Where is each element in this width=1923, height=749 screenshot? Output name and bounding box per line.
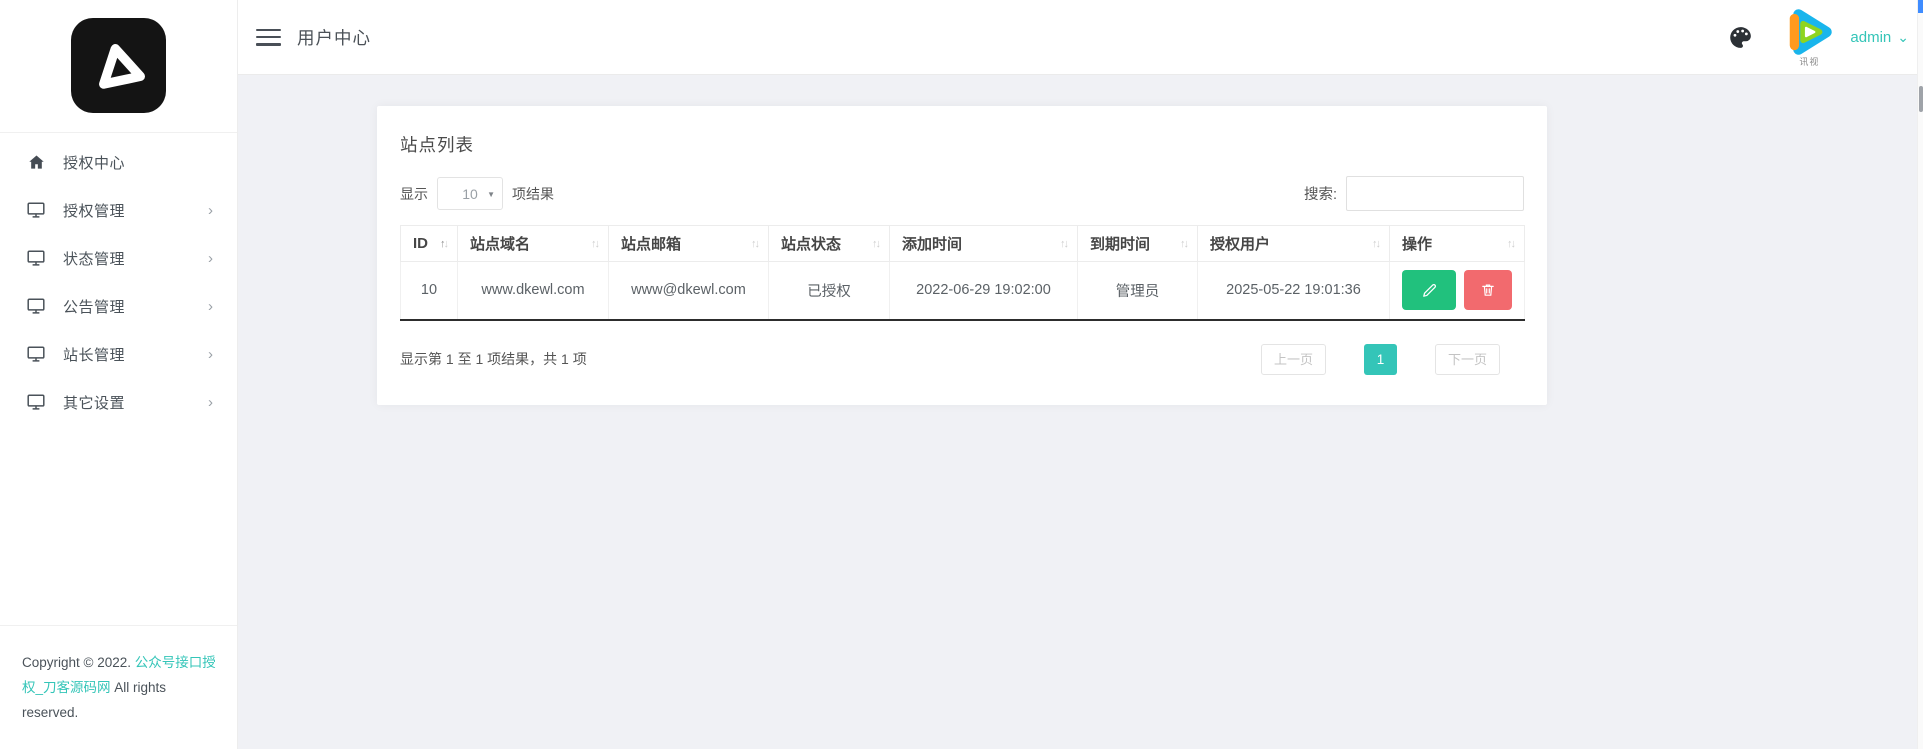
column-header-domain[interactable]: 站点域名 ↑↓ <box>457 225 609 262</box>
site-list-card: 站点列表 显示 10 ▼ 项结果 搜索: ID ↑↓ 站点域名 ↑↓ 站点邮箱 … <box>377 106 1547 405</box>
cell-domain: www.dkewl.com <box>457 261 609 320</box>
monitor-icon <box>26 248 46 268</box>
cell-email: www@dkewl.com <box>608 261 769 320</box>
column-header-added-time[interactable]: 添加时间 ↑↓ <box>889 225 1078 262</box>
column-header-expire-time[interactable]: 到期时间 ↑↓ <box>1077 225 1198 262</box>
topbar: 用户中心 讯视 admin ⌄ <box>238 0 1923 75</box>
card-title: 站点列表 <box>400 135 474 155</box>
column-header-status[interactable]: 站点状态 ↑↓ <box>768 225 890 262</box>
cell-added-time: 2022-06-29 19:02:00 <box>889 261 1078 320</box>
chevron-right-icon: › <box>208 345 213 363</box>
app-root: 授权中心 授权管理 › 状态管理 › 公告管理 › 站长管理 › 其它设置 › … <box>0 0 1923 749</box>
column-header-actions[interactable]: 操作 ↑↓ <box>1389 225 1525 262</box>
window-scrollbar[interactable] <box>1917 0 1923 749</box>
results-info: 显示第 1 至 1 项结果，共 1 项 <box>400 351 587 367</box>
avatar-watermark: 讯视 <box>1799 57 1820 67</box>
sidebar-item-label: 其它设置 <box>63 394 126 412</box>
theme-palette-icon[interactable] <box>1726 23 1754 51</box>
chevron-down-icon: ⌄ <box>1897 29 1909 45</box>
sidebar-item-webmaster-manage[interactable]: 站长管理 › <box>0 330 237 378</box>
sidebar-item-label: 站长管理 <box>63 346 126 364</box>
column-header-auth-user[interactable]: 授权用户 ↑↓ <box>1197 225 1390 262</box>
logo-area[interactable] <box>0 0 237 133</box>
length-prefix-label: 显示 <box>400 185 428 202</box>
pagination: 上一页 1 下一页 <box>1260 343 1500 375</box>
column-header-email[interactable]: 站点邮箱 ↑↓ <box>608 225 769 262</box>
sidebar-nav: 授权中心 授权管理 › 状态管理 › 公告管理 › 站长管理 › 其它设置 › <box>0 133 237 426</box>
sort-icon: ↑↓ <box>751 237 760 250</box>
sidebar-copyright: Copyright © 2022. 公众号接口授权_刀客源码网 All righ… <box>0 625 237 749</box>
page-1-button[interactable]: 1 <box>1363 343 1397 375</box>
sidebar-item-auth-manage[interactable]: 授权管理 › <box>0 186 237 234</box>
scrollbar-thumb[interactable] <box>1919 86 1923 112</box>
sort-icon: ↑↓ <box>1180 237 1189 250</box>
cell-actions <box>1389 261 1525 320</box>
site-table: ID ↑↓ 站点域名 ↑↓ 站点邮箱 ↑↓ 站点状态 ↑↓ 添加时间 ↑↓ 到期时间 ↑↓ … <box>400 225 1525 321</box>
sidebar-item-label: 状态管理 <box>63 250 126 268</box>
sidebar-item-status-manage[interactable]: 状态管理 › <box>0 234 237 282</box>
search-control: 搜索: <box>1304 176 1524 211</box>
table-footer: 显示第 1 至 1 项结果，共 1 项 上一页 1 下一页 <box>400 343 1524 375</box>
app-logo-icon <box>71 18 166 113</box>
next-page-button[interactable]: 下一页 <box>1434 343 1500 375</box>
table-header-row: ID ↑↓ 站点域名 ↑↓ 站点邮箱 ↑↓ 站点状态 ↑↓ 添加时间 ↑↓ 到期时间 ↑↓ … <box>400 225 1525 262</box>
caret-down-icon: ▼ <box>487 190 495 199</box>
cell-auth-user: 2025-05-22 19:01:36 <box>1197 261 1390 320</box>
cell-id: 10 <box>400 261 458 320</box>
sort-icon: ↑↓ <box>1507 237 1516 250</box>
username: admin <box>1850 28 1892 46</box>
main-content: 站点列表 显示 10 ▼ 项结果 搜索: ID ↑↓ 站点域名 ↑↓ 站点邮箱 … <box>238 75 1923 749</box>
sidebar-item-auth-center[interactable]: 授权中心 <box>0 138 237 186</box>
pencil-icon <box>1422 283 1436 297</box>
cell-status: 已授权 <box>768 261 890 320</box>
sort-icon: ↑↓ <box>440 237 449 250</box>
page-length-control: 显示 10 ▼ 项结果 <box>400 177 554 210</box>
menu-toggle-icon[interactable] <box>256 28 281 46</box>
table-row: 10 www.dkewl.com www@dkewl.com 已授权 2022-… <box>400 261 1525 320</box>
edit-button[interactable] <box>1402 270 1456 311</box>
user-avatar[interactable]: 讯视 <box>1780 4 1838 70</box>
home-icon <box>26 152 46 172</box>
table-controls: 显示 10 ▼ 项结果 搜索: <box>400 176 1524 211</box>
copyright-prefix: Copyright © 2022. <box>22 655 135 670</box>
sort-icon: ↑↓ <box>591 237 600 250</box>
trash-icon <box>1482 284 1494 297</box>
chevron-right-icon: › <box>208 297 213 315</box>
monitor-icon <box>26 392 46 412</box>
monitor-icon <box>26 200 46 220</box>
sidebar-item-announce-manage[interactable]: 公告管理 › <box>0 282 237 330</box>
chevron-right-icon: › <box>208 249 213 267</box>
length-suffix-label: 项结果 <box>512 185 554 202</box>
sidebar-item-label: 公告管理 <box>63 298 126 316</box>
delete-button[interactable] <box>1464 270 1512 311</box>
topbar-right: 讯视 admin ⌄ <box>1726 4 1909 70</box>
cell-expire-time: 管理员 <box>1077 261 1198 320</box>
sort-icon: ↑↓ <box>1372 237 1381 250</box>
search-label: 搜索: <box>1303 187 1337 203</box>
sort-icon: ↑↓ <box>1060 237 1069 250</box>
tencent-video-logo-icon <box>1790 9 1833 55</box>
sidebar-item-label: 授权管理 <box>63 202 126 220</box>
chevron-right-icon: › <box>208 201 213 219</box>
monitor-icon <box>26 344 46 364</box>
scrollbar-top-accent <box>1918 0 1923 13</box>
sidebar-item-label: 授权中心 <box>63 154 126 172</box>
page-title: 用户中心 <box>297 27 371 48</box>
sidebar: 授权中心 授权管理 › 状态管理 › 公告管理 › 站长管理 › 其它设置 › … <box>0 0 238 749</box>
sidebar-item-other-settings[interactable]: 其它设置 › <box>0 378 237 426</box>
monitor-icon <box>26 296 46 316</box>
page-size-select[interactable]: 10 ▼ <box>437 177 503 210</box>
user-dropdown[interactable]: admin ⌄ <box>1850 29 1909 46</box>
chevron-right-icon: › <box>208 393 213 411</box>
column-header-id[interactable]: ID ↑↓ <box>400 225 458 262</box>
search-input[interactable] <box>1346 176 1524 211</box>
sort-icon: ↑↓ <box>872 237 881 250</box>
prev-page-button[interactable]: 上一页 <box>1260 343 1326 375</box>
